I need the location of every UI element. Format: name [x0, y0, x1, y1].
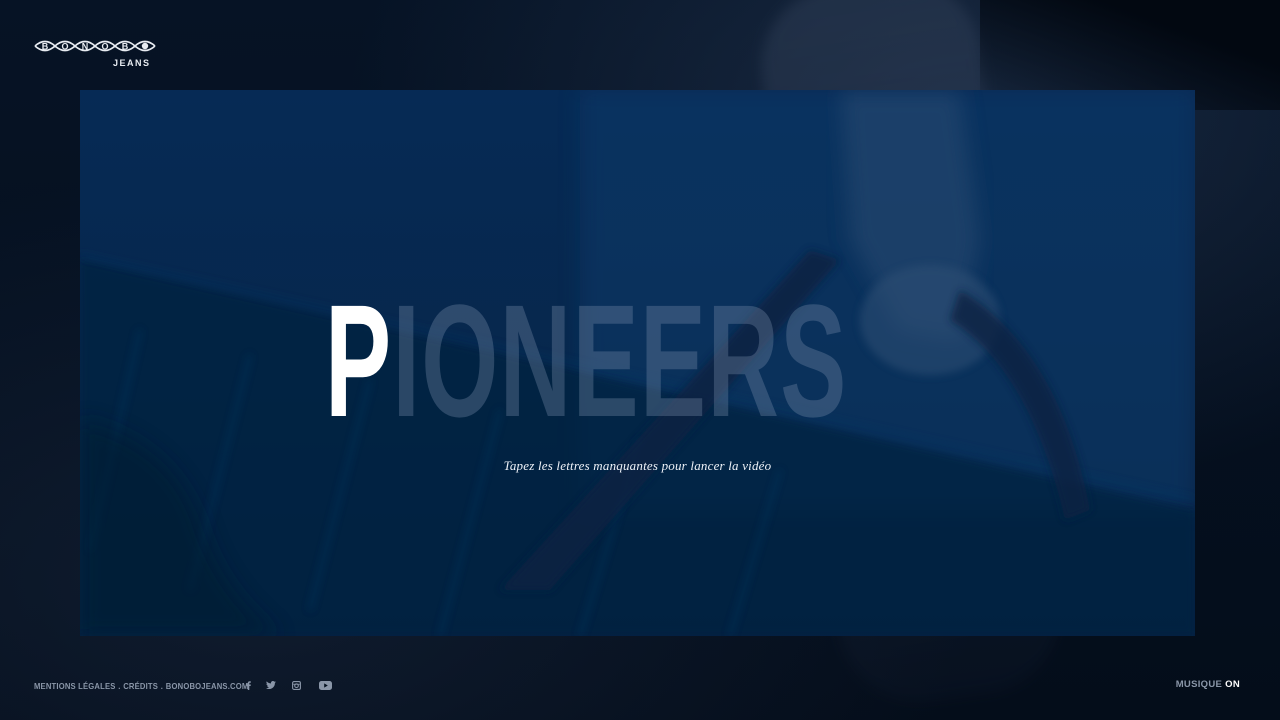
missing-letters[interactable]: IONEERS	[392, 281, 847, 441]
svg-text:N: N	[82, 42, 89, 52]
svg-text:B: B	[42, 42, 49, 52]
credits-link[interactable]: CRÉDITS	[123, 681, 158, 691]
music-state: ON	[1225, 679, 1240, 690]
footer-separator: .	[118, 681, 121, 691]
footer-links: MENTIONS LÉGALES . CRÉDITS . BONOBOJEANS…	[34, 680, 248, 692]
twitter-icon[interactable]	[265, 679, 277, 691]
website-link[interactable]: BONOBOJEANS.COM	[166, 681, 249, 691]
pioneers-word: P IONEERS	[325, 271, 848, 450]
typed-letters: P	[325, 271, 393, 450]
youtube-icon[interactable]	[318, 679, 332, 691]
svg-text:O: O	[101, 42, 108, 52]
footer-separator: .	[160, 681, 164, 691]
brand-subtitle: JEANS	[113, 58, 151, 68]
legal-link[interactable]: MENTIONS LÉGALES	[34, 681, 116, 691]
instruction-text: Tapez les lettres manquantes pour lancer…	[503, 458, 772, 473]
svg-text:O: O	[61, 42, 68, 52]
svg-text:B: B	[122, 42, 129, 52]
bonobo-logo-mark: B O N O B	[34, 40, 156, 52]
facebook-icon[interactable]	[243, 679, 253, 691]
instagram-icon[interactable]	[290, 679, 302, 691]
music-toggle[interactable]: MUSIQUE ON	[1176, 679, 1240, 690]
video-panel: P IONEERS Tapez les lettres manquantes po…	[80, 90, 1195, 636]
landing-screen: B O N O B JEANS P IONEERS Tapez les lett…	[0, 0, 1280, 720]
music-label: MUSIQUE	[1175, 679, 1223, 690]
brand-logo[interactable]: B O N O B JEANS	[33, 36, 159, 70]
